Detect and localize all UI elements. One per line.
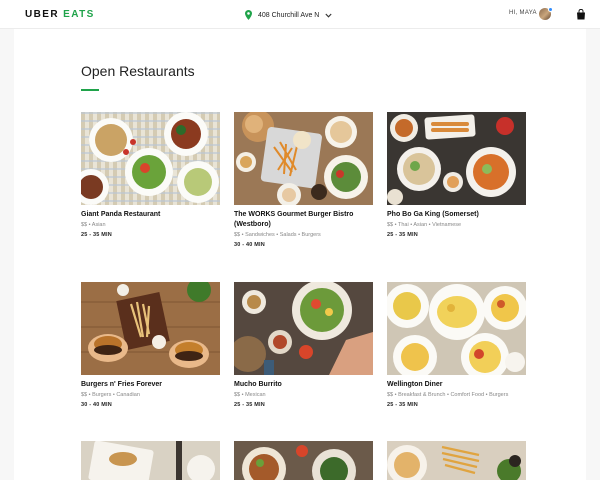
restaurant-card[interactable] bbox=[387, 441, 526, 480]
page-title: Open Restaurants bbox=[81, 63, 195, 79]
content-panel bbox=[14, 29, 586, 480]
chevron-down-icon bbox=[325, 13, 332, 18]
restaurant-tags: $$ • Asian bbox=[81, 222, 106, 228]
restaurant-tags: $$ • Sandwiches • Salads • Burgers bbox=[234, 232, 321, 238]
logo-eats: EATS bbox=[63, 9, 95, 20]
restaurant-card[interactable]: Pho Bo Ga King (Somerset) $$ • Thai • As… bbox=[387, 112, 526, 239]
delivery-location-selector[interactable]: 408 Churchill Ave N bbox=[245, 8, 332, 22]
restaurant-name: Giant Panda Restaurant bbox=[81, 211, 161, 218]
restaurant-image bbox=[387, 282, 526, 375]
restaurant-name: Pho Bo Ga King (Somerset) bbox=[387, 211, 479, 218]
restaurant-tags: $$ • Burgers • Canadian bbox=[81, 392, 140, 398]
restaurant-image bbox=[234, 112, 373, 205]
restaurant-tags: $$ • Mexican bbox=[234, 392, 266, 398]
delivery-address: 408 Churchill Ave N bbox=[258, 11, 320, 19]
location-pin-icon bbox=[245, 10, 252, 20]
restaurant-image bbox=[387, 112, 526, 205]
restaurant-name: The WORKS Gourmet Burger Bistro (Westbor… bbox=[234, 211, 354, 228]
restaurant-image bbox=[81, 282, 220, 375]
uber-eats-logo[interactable]: UBER EATS bbox=[25, 9, 95, 20]
delivery-time: 25 - 35 MIN bbox=[81, 232, 112, 238]
restaurant-image bbox=[234, 282, 373, 375]
delivery-time: 25 - 35 MIN bbox=[387, 232, 418, 238]
user-greeting[interactable]: HI, MAYA bbox=[509, 10, 537, 16]
delivery-time: 30 - 40 MIN bbox=[234, 242, 265, 248]
delivery-time: 25 - 35 MIN bbox=[234, 402, 265, 408]
restaurant-card[interactable]: The WORKS Gourmet Burger Bistro (Westbor… bbox=[234, 112, 373, 249]
restaurant-name: Wellington Diner bbox=[387, 381, 443, 388]
restaurant-image bbox=[234, 441, 373, 480]
restaurant-image bbox=[81, 112, 220, 205]
shopping-bag-icon[interactable] bbox=[576, 9, 586, 20]
restaurant-card[interactable] bbox=[81, 441, 220, 480]
restaurant-name: Burgers n' Fries Forever bbox=[81, 381, 163, 388]
title-underline bbox=[81, 89, 99, 91]
notification-dot bbox=[548, 7, 553, 12]
restaurant-card[interactable]: Mucho Burrito $$ • Mexican 25 - 35 MIN bbox=[234, 282, 373, 409]
restaurant-tags: $$ • Thai • Asian • Vietnamese bbox=[387, 222, 462, 228]
restaurant-card[interactable]: Giant Panda Restaurant $$ • Asian 25 - 3… bbox=[81, 112, 220, 239]
logo-uber: UBER bbox=[25, 9, 59, 20]
top-bar: UBER EATS 408 Churchill Ave N HI, MAYA bbox=[0, 0, 600, 29]
restaurant-card[interactable] bbox=[234, 441, 373, 480]
restaurant-tags: $$ • Breakfast & Brunch • Comfort Food •… bbox=[387, 392, 509, 398]
restaurant-image bbox=[81, 441, 220, 480]
delivery-time: 30 - 40 MIN bbox=[81, 402, 112, 408]
restaurant-image bbox=[387, 441, 526, 480]
restaurant-card[interactable]: Wellington Diner $$ • Breakfast & Brunch… bbox=[387, 282, 526, 409]
restaurant-card[interactable]: Burgers n' Fries Forever $$ • Burgers • … bbox=[81, 282, 220, 409]
delivery-time: 25 - 35 MIN bbox=[387, 402, 418, 408]
restaurant-name: Mucho Burrito bbox=[234, 381, 282, 388]
